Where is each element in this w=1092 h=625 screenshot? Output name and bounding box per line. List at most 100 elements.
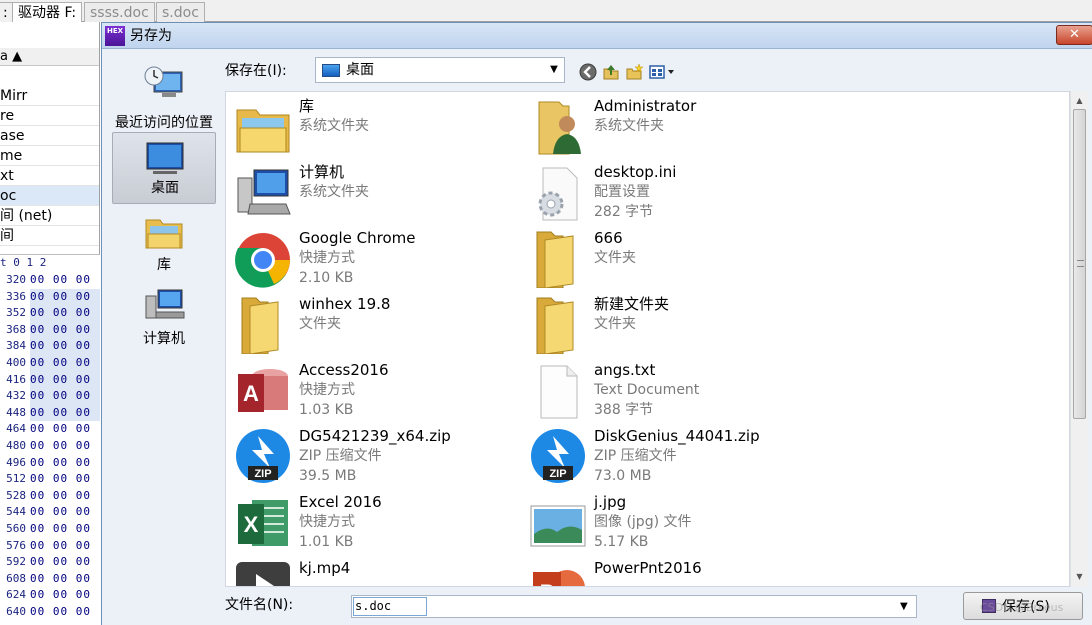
hex-row[interactable]: 560 00 00 00 xyxy=(0,521,100,538)
file-item[interactable]: P PowerPnt2016 xyxy=(523,556,813,586)
chrome-icon xyxy=(234,230,292,288)
file-item[interactable]: A Access2016 快捷方式 1.03 KB xyxy=(228,358,518,420)
hex-offset: 544 xyxy=(0,504,26,521)
file-item[interactable]: X Excel 2016 快捷方式 1.01 KB xyxy=(228,490,518,552)
hex-row[interactable]: 592 00 00 00 xyxy=(0,554,100,571)
file-item[interactable]: winhex 19.8 文件夹 xyxy=(228,292,518,355)
file-item[interactable]: Google Chrome 快捷方式 2.10 KB xyxy=(228,226,518,288)
file-item[interactable]: 库系统文件夹 xyxy=(228,94,518,156)
chevron-down-icon[interactable]: ▼ xyxy=(900,601,908,613)
dialog-title: 另存为 xyxy=(130,28,172,44)
hex-row[interactable]: 336 00 00 00 xyxy=(0,288,100,306)
hex-bytes[interactable]: 00 00 00 xyxy=(30,538,100,555)
file-item[interactable]: 计算机 系统文件夹 xyxy=(228,160,518,222)
hex-row[interactable]: 496 00 00 00 xyxy=(0,454,100,472)
hex-offset: 560 xyxy=(0,521,26,538)
hex-bytes[interactable]: 00 00 00 xyxy=(30,338,100,355)
back-icon[interactable] xyxy=(579,63,597,81)
file-item[interactable]: ZIP DiskGenius_44041.zip ZIP 压缩文件 73.0 MB xyxy=(523,424,813,486)
place-computer[interactable]: 计算机 xyxy=(112,286,216,352)
location-dropdown[interactable]: 桌面 ▼ xyxy=(315,57,565,83)
vertical-scrollbar[interactable]: ▲ ▼ xyxy=(1070,91,1088,587)
hex-row[interactable]: 544 00 00 00 xyxy=(0,504,100,521)
up-folder-icon[interactable] xyxy=(602,63,620,81)
recent-places-icon xyxy=(144,66,183,97)
file-name: angs.txt xyxy=(594,361,656,379)
hex-row[interactable]: 368 00 00 00 xyxy=(0,321,100,339)
hex-bytes[interactable]: 00 00 00 xyxy=(30,587,100,604)
hex-row[interactable]: 320 00 00 00 xyxy=(0,272,100,289)
new-folder-icon[interactable] xyxy=(625,63,643,81)
dialog-titlebar[interactable]: HEX 另存为 ✕ xyxy=(102,23,1092,49)
bg-file-row[interactable]: re xyxy=(0,106,99,126)
bg-file-row[interactable]: ase xyxy=(0,126,99,146)
bg-tab-ssss-doc[interactable]: ssss.doc xyxy=(84,2,155,22)
hex-offset: 496 xyxy=(0,454,26,472)
file-item[interactable]: angs.txt Text Document 388 字节 xyxy=(523,358,813,420)
hex-bytes[interactable]: 00 00 00 xyxy=(30,521,100,538)
hex-row[interactable]: 400 00 00 00 xyxy=(0,355,100,372)
file-item[interactable]: 666 文件夹 xyxy=(523,226,813,289)
hex-row[interactable]: 608 00 00 00 xyxy=(0,570,100,588)
hex-row[interactable]: 480 00 00 00 xyxy=(0,438,100,455)
hex-bytes[interactable]: 00 00 00 xyxy=(30,355,100,372)
filename-combo[interactable]: ▼ xyxy=(351,595,917,618)
hex-bytes[interactable]: 00 00 00 xyxy=(30,288,100,306)
bg-column-header[interactable]: a ▲ xyxy=(0,48,99,66)
place-label-recent: 最近访问的位置 xyxy=(115,115,213,131)
library-folder-icon xyxy=(234,98,292,156)
close-button[interactable]: ✕ xyxy=(1056,25,1092,45)
place-library[interactable]: 库 xyxy=(112,212,216,278)
hex-row[interactable]: 416 00 00 00 xyxy=(0,371,100,389)
hex-bytes[interactable]: 00 00 00 xyxy=(30,321,100,339)
hex-row[interactable]: 352 00 00 00 xyxy=(0,305,100,322)
file-name: Access2016 xyxy=(299,361,389,379)
hex-row[interactable]: 464 00 00 00 xyxy=(0,421,100,438)
bg-file-row[interactable]: xt xyxy=(0,166,99,186)
filename-input[interactable] xyxy=(353,597,427,616)
file-type: 配置设置 xyxy=(594,184,650,200)
hex-row[interactable]: 512 00 00 00 xyxy=(0,471,100,488)
scroll-up-icon[interactable]: ▲ xyxy=(1071,93,1088,109)
hex-bytes[interactable]: 00 00 00 xyxy=(30,388,100,405)
file-item[interactable]: desktop.ini 配置设置 282 字节 xyxy=(523,160,813,222)
hex-bytes[interactable]: 00 00 00 xyxy=(30,571,100,588)
hex-row[interactable]: 384 00 00 00 xyxy=(0,338,100,355)
hex-bytes[interactable]: 00 00 00 xyxy=(30,554,100,571)
file-item[interactable]: kj.mp4 xyxy=(228,556,518,586)
place-desktop[interactable]: 桌面 xyxy=(112,132,216,204)
hex-bytes[interactable]: 00 00 00 xyxy=(30,604,100,621)
hex-bytes[interactable]: 00 00 00 xyxy=(30,438,100,455)
hex-bytes[interactable]: 00 00 00 xyxy=(30,272,100,289)
file-list[interactable]: 库系统文件夹 Administrator 系统文件夹 计算机 系统文件夹 desktop.… xyxy=(225,91,1070,587)
hex-bytes[interactable]: 00 00 00 xyxy=(30,305,100,322)
file-item[interactable]: j.jpg 图像 (jpg) 文件 5.17 KB xyxy=(523,490,813,552)
hex-row[interactable]: 624 00 00 00 xyxy=(0,587,100,604)
bg-tab-s-doc[interactable]: s.doc xyxy=(156,2,205,22)
hex-bytes[interactable]: 00 00 00 xyxy=(30,421,100,438)
hex-row[interactable]: 432 00 00 00 xyxy=(0,388,100,405)
hex-bytes[interactable]: 00 00 00 xyxy=(30,471,100,488)
bg-file-row[interactable]: 间 xyxy=(0,226,99,246)
hex-bytes[interactable]: 00 00 00 xyxy=(30,371,100,389)
scroll-down-icon[interactable]: ▼ xyxy=(1071,569,1088,585)
file-item[interactable]: Administrator 系统文件夹 xyxy=(523,94,813,156)
bg-file-row[interactable]: me xyxy=(0,146,99,166)
hex-bytes[interactable]: 00 00 00 xyxy=(30,504,100,521)
hex-bytes[interactable]: 00 00 00 xyxy=(30,455,100,472)
hex-bytes[interactable]: 00 00 00 xyxy=(30,488,100,505)
bg-file-row[interactable]: Mirr xyxy=(0,86,99,106)
chevron-down-icon[interactable]: ▼ xyxy=(548,64,560,76)
bg-file-row[interactable]: oc xyxy=(0,186,99,206)
hex-row[interactable]: 448 00 00 00 xyxy=(0,404,100,422)
hex-bytes[interactable]: 00 00 00 xyxy=(30,404,100,422)
bg-tab-drive-f[interactable]: 驱动器 F: xyxy=(12,2,83,22)
file-item[interactable]: 新建文件夹 文件夹 xyxy=(523,292,813,355)
scrollbar-thumb[interactable] xyxy=(1073,109,1086,419)
view-menu-icon[interactable] xyxy=(649,63,677,81)
hex-row[interactable]: 576 00 00 00 xyxy=(0,537,100,555)
file-item[interactable]: ZIP DG5421239_x64.zip ZIP 压缩文件 39.5 MB xyxy=(228,424,518,486)
hex-row[interactable]: 640 00 00 00 xyxy=(0,604,100,621)
hex-row[interactable]: 528 00 00 00 xyxy=(0,487,100,505)
bg-file-row[interactable]: 间 (net) xyxy=(0,206,99,226)
